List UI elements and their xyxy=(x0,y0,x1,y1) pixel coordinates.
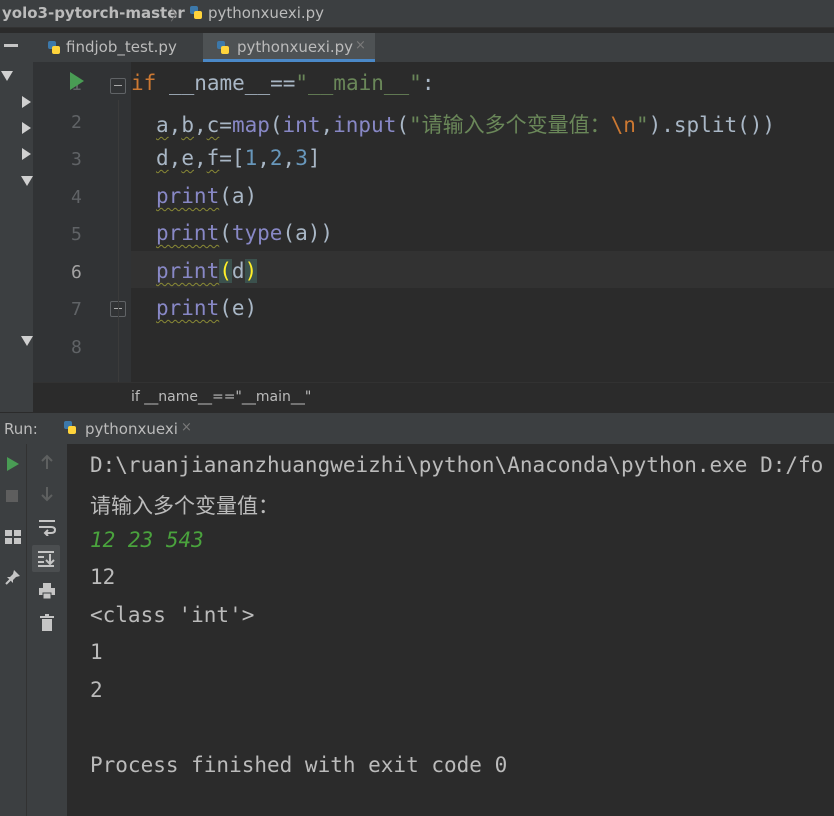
structure-strip xyxy=(0,62,34,412)
breadcrumb-context[interactable]: if __name__=="__main__" xyxy=(131,389,311,405)
console-line: 1 xyxy=(90,640,103,664)
close-run-tab-icon[interactable]: × xyxy=(181,420,192,435)
navigation-bar: yolo3-pytorch-master 〉 pythonxuexi.py xyxy=(0,0,834,28)
tab-findjob-test[interactable]: findjob_test.py xyxy=(36,33,202,62)
tab-label: findjob_test.py xyxy=(66,38,177,56)
trash-icon[interactable] xyxy=(40,614,54,632)
line-number: 8 xyxy=(71,337,82,358)
stop-icon[interactable] xyxy=(6,490,18,502)
code-line-4: print(a) xyxy=(156,184,258,208)
console-exit-message: Process finished with exit code 0 xyxy=(90,753,508,777)
line-number: 7 xyxy=(71,299,82,320)
run-config-tab[interactable]: pythonxuexi × xyxy=(53,413,203,444)
tab-pythonxuexi[interactable]: pythonxuexi.py × xyxy=(203,33,375,62)
line-number: 3 xyxy=(71,149,82,170)
run-toolbar-primary xyxy=(0,444,27,816)
console-output[interactable]: D:\ruanjiananzhuangweizhi\python\Anacond… xyxy=(67,444,834,816)
code-line-7: print(e) xyxy=(156,296,258,320)
collapse-icon[interactable] xyxy=(21,176,33,186)
console-line: 12 xyxy=(90,565,116,589)
line-number: 4 xyxy=(71,187,82,208)
collapse-icon[interactable] xyxy=(1,71,13,81)
run-gutter-icon[interactable] xyxy=(69,71,85,91)
soft-wrap-icon[interactable] xyxy=(38,518,56,536)
run-label: Run: xyxy=(4,420,38,438)
console-line: <class 'int'> xyxy=(90,603,255,627)
code-line-2: a,b,c=map(int,input("请输入多个变量值：\n").split… xyxy=(156,113,776,137)
layout-icon[interactable] xyxy=(4,529,22,545)
collapse-icon[interactable] xyxy=(21,336,33,346)
console-line: 2 xyxy=(90,678,103,702)
close-tab-icon[interactable]: × xyxy=(355,38,366,53)
down-arrow-icon[interactable] xyxy=(40,486,54,502)
console-user-input: 12 23 543 xyxy=(90,528,204,552)
scroll-to-end-button[interactable] xyxy=(32,545,60,572)
run-tab-label: pythonxuexi xyxy=(85,420,178,438)
console-line: D:\ruanjiananzhuangweizhi\python\Anacond… xyxy=(90,453,824,477)
expand-icon[interactable] xyxy=(22,148,31,160)
file-breadcrumb[interactable]: pythonxuexi.py xyxy=(208,4,324,22)
rerun-icon[interactable] xyxy=(6,456,20,472)
indent-guide xyxy=(118,100,119,382)
line-number: 2 xyxy=(71,112,82,133)
tab-label: pythonxuexi.py xyxy=(237,38,354,56)
hide-panel-icon[interactable] xyxy=(4,44,18,47)
run-toolbar-secondary xyxy=(27,444,68,816)
breadcrumb-separator-icon: 〉 xyxy=(170,6,186,24)
expand-icon[interactable] xyxy=(22,96,31,108)
code-editor[interactable]: if __name__=="__main__": a,b,c=map(int,i… xyxy=(131,62,834,382)
editor-tab-bar: findjob_test.py pythonxuexi.py × xyxy=(0,33,834,62)
code-line-5: print(type(a)) xyxy=(156,221,334,245)
pin-icon[interactable] xyxy=(4,568,22,586)
code-line-1: if __name__=="__main__": xyxy=(131,71,435,95)
line-number: 5 xyxy=(71,224,82,245)
python-file-icon xyxy=(64,421,76,434)
print-icon[interactable] xyxy=(38,582,56,600)
fold-icon[interactable] xyxy=(110,78,126,94)
project-breadcrumb[interactable]: yolo3-pytorch-master xyxy=(2,4,185,22)
code-line-3: d,e,f=[1,2,3] xyxy=(156,146,321,170)
python-file-icon xyxy=(217,41,229,54)
run-panel-header: Run: pythonxuexi × xyxy=(0,412,834,445)
editor-breadcrumb[interactable]: if __name__=="__main__" xyxy=(33,382,834,412)
code-line-6: print(d) xyxy=(156,259,258,283)
line-number-current: 6 xyxy=(71,262,82,283)
python-file-icon xyxy=(48,41,60,54)
expand-icon[interactable] xyxy=(22,122,31,134)
console-line: 请输入多个变量值： xyxy=(90,494,279,518)
scroll-to-end-icon xyxy=(38,551,55,567)
up-arrow-icon[interactable] xyxy=(40,454,54,470)
editor-gutter: 1 2 3 4 5 6 7 8 xyxy=(33,62,131,382)
python-file-icon xyxy=(190,6,202,19)
